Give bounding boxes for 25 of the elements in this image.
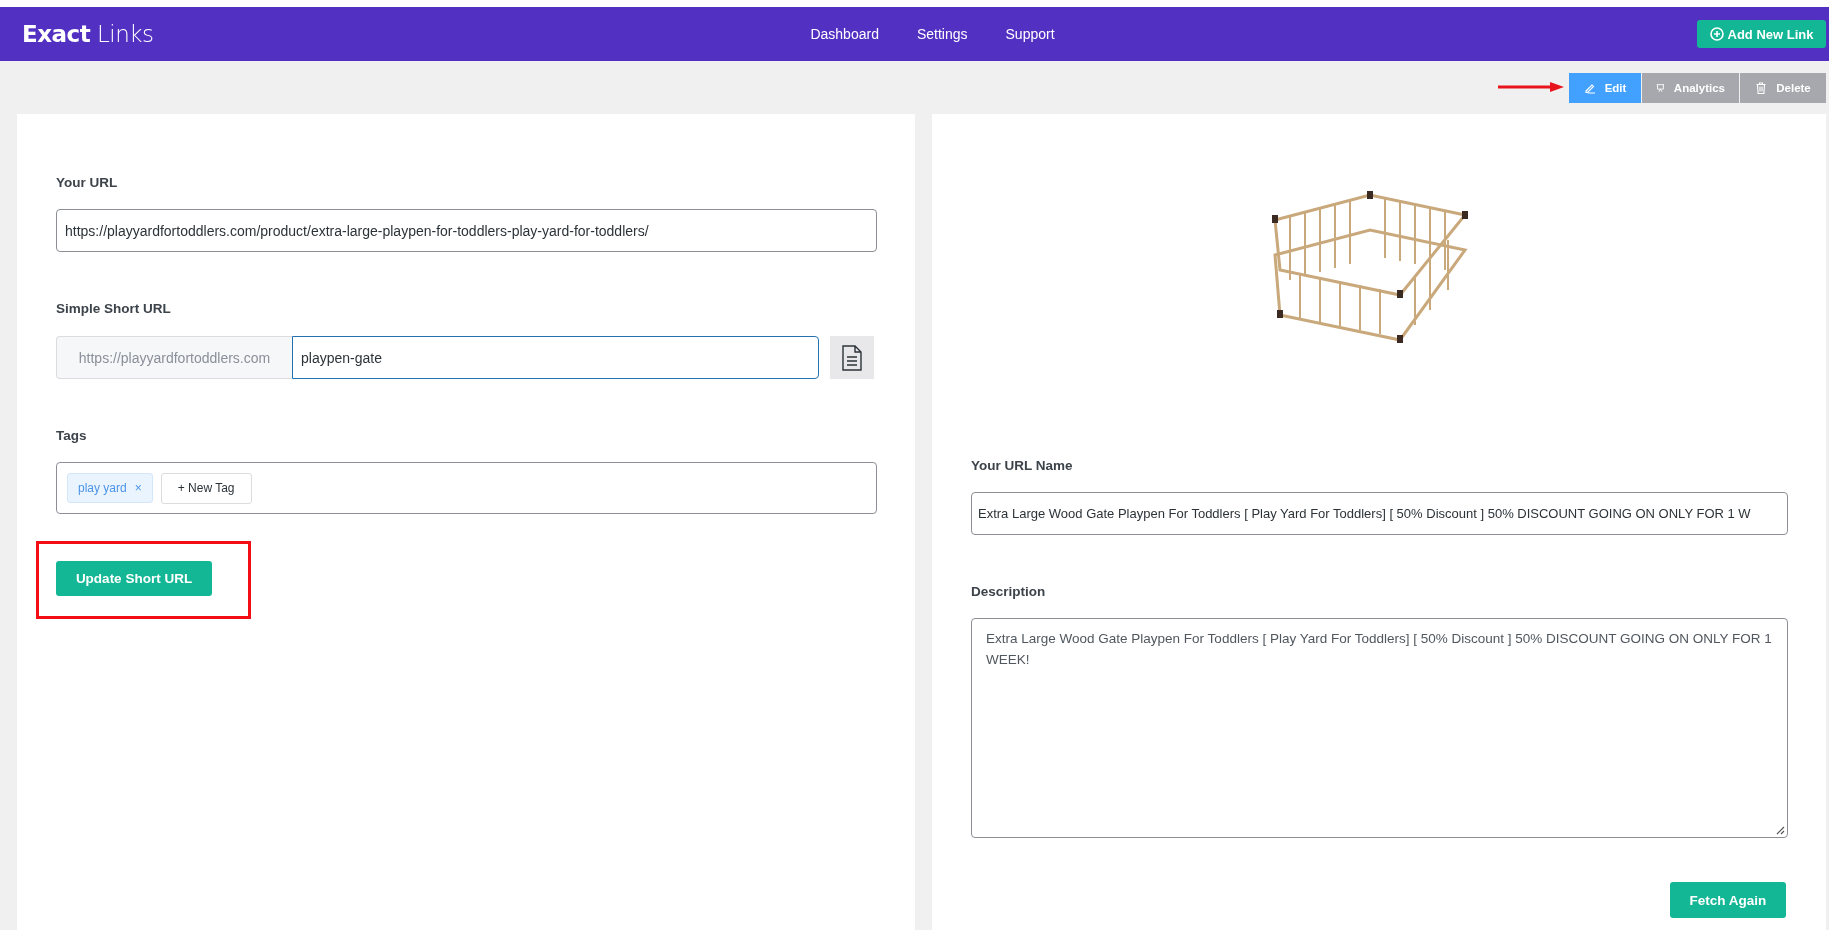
plus-circle-icon — [1709, 27, 1724, 41]
trash-icon — [1755, 81, 1768, 94]
nav-link[interactable]: Dashboard — [810, 26, 879, 42]
presentation-board-icon — [1656, 81, 1665, 94]
field-label: Your URL — [56, 175, 119, 190]
short-url-input-field[interactable]: playpen-gate — [292, 336, 819, 379]
tags-input-field[interactable]: play yard × + New Tag — [56, 462, 877, 514]
nav-link[interactable]: Settings — [916, 26, 968, 42]
field-label: Tags — [56, 428, 88, 443]
tag-label: play yard — [78, 481, 127, 495]
resize-grip-icon — [1776, 826, 1785, 835]
nav-link[interactable]: Support — [1005, 26, 1055, 42]
field-label: Description — [971, 584, 1047, 599]
annotation-arrow — [1498, 82, 1564, 92]
document-button[interactable] — [830, 336, 874, 379]
field-label: Simple Short URL — [56, 301, 172, 316]
field-label: Your URL Name — [971, 458, 1074, 473]
url-name-input-field[interactable]: Extra Large Wood Gate Playpen For Toddlers [ Play Yard For Toddlers] [ 50% Discount ] 50% DISCOUNT GOING ON ONLY FOR 1 W — [971, 492, 1788, 535]
url-prefix: https://playyardfortoddlers.com — [56, 336, 292, 379]
new-tag-button[interactable]: + New Tag — [160, 472, 252, 504]
app-logo: Exact Links — [22, 21, 154, 47]
description-text-area[interactable]: Extra Large Wood Gate Playpen For Toddlers [ Play Yard For Toddlers] [ 50% Discount ] 50% DISCOUNT GOING ON ONLY FOR 1 WEEK! — [971, 618, 1788, 838]
url-input-field[interactable]: https://playyardfortoddlers.com/product/extra-large-playpen-for-toddlers-play-yard-for-toddlers/ — [56, 209, 877, 252]
description-text: Extra Large Wood Gate Playpen For Toddlers [ Play Yard For Toddlers] [ 50% Discount ] 50% DISCOUNT GOING ON ONLY FOR 1 WEEK! — [986, 631, 1772, 667]
document-icon — [842, 344, 862, 371]
